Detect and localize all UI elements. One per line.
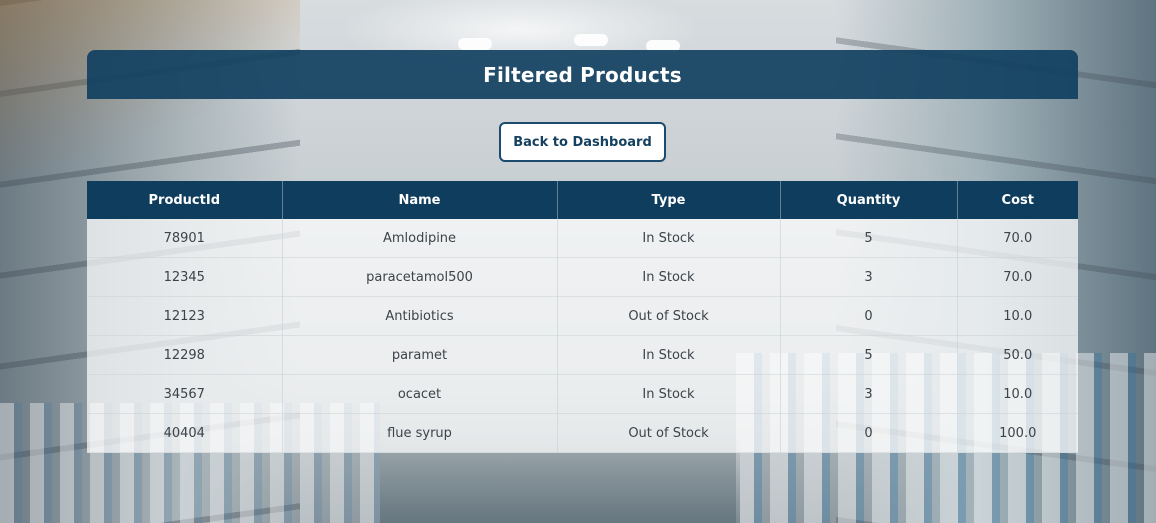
table-row: 12345 paracetamol500 In Stock 3 70.0 <box>87 257 1078 297</box>
cell-quantity: 5 <box>780 219 958 258</box>
cell-name: Antibiotics <box>282 296 558 336</box>
cell-cost: 10.0 <box>957 296 1078 336</box>
cell-cost: 10.0 <box>957 374 1078 414</box>
cell-name: ocacet <box>282 374 558 414</box>
table-row: 12298 paramet In Stock 5 50.0 <box>87 335 1078 375</box>
cell-productid: 12345 <box>87 257 283 297</box>
table-body: 78901 Amlodipine In Stock 5 70.0 12345 p… <box>87 219 1078 453</box>
table-row: 34567 ocacet In Stock 3 10.0 <box>87 374 1078 414</box>
cell-productid: 78901 <box>87 219 283 258</box>
cell-type: In Stock <box>557 335 781 375</box>
cell-cost: 70.0 <box>957 219 1078 258</box>
cell-quantity: 0 <box>780 413 958 453</box>
page-header: Filtered Products <box>87 50 1078 99</box>
column-header-type: Type <box>557 181 781 219</box>
column-header-name: Name <box>282 181 558 219</box>
cell-name: paramet <box>282 335 558 375</box>
cell-productid: 12298 <box>87 335 283 375</box>
background-ceiling-light <box>458 38 492 50</box>
page-title: Filtered Products <box>483 62 682 87</box>
cell-type: In Stock <box>557 257 781 297</box>
cell-cost: 50.0 <box>957 335 1078 375</box>
back-to-dashboard-button[interactable]: Back to Dashboard <box>499 122 666 162</box>
cell-type: Out of Stock <box>557 413 781 453</box>
cell-name: flue syrup <box>282 413 558 453</box>
cell-quantity: 3 <box>780 257 958 297</box>
column-header-productid: ProductId <box>87 181 283 219</box>
products-table: ProductId Name Type Quantity Cost 78901 … <box>87 181 1078 453</box>
background-ceiling-light <box>574 34 608 46</box>
cell-productid: 12123 <box>87 296 283 336</box>
column-header-cost: Cost <box>957 181 1078 219</box>
table-row: 78901 Amlodipine In Stock 5 70.0 <box>87 219 1078 258</box>
table-row: 40404 flue syrup Out of Stock 0 100.0 <box>87 413 1078 453</box>
cell-quantity: 0 <box>780 296 958 336</box>
cell-quantity: 3 <box>780 374 958 414</box>
table-header-row: ProductId Name Type Quantity Cost <box>87 181 1078 219</box>
cell-name: Amlodipine <box>282 219 558 258</box>
cell-type: In Stock <box>557 219 781 258</box>
products-table-container: ProductId Name Type Quantity Cost 78901 … <box>87 181 1078 453</box>
cell-productid: 34567 <box>87 374 283 414</box>
table-row: 12123 Antibiotics Out of Stock 0 10.0 <box>87 296 1078 336</box>
cell-cost: 100.0 <box>957 413 1078 453</box>
cell-productid: 40404 <box>87 413 283 453</box>
cell-type: In Stock <box>557 374 781 414</box>
cell-name: paracetamol500 <box>282 257 558 297</box>
table-header: ProductId Name Type Quantity Cost <box>87 181 1078 219</box>
column-header-quantity: Quantity <box>780 181 958 219</box>
cell-type: Out of Stock <box>557 296 781 336</box>
cell-cost: 70.0 <box>957 257 1078 297</box>
cell-quantity: 5 <box>780 335 958 375</box>
